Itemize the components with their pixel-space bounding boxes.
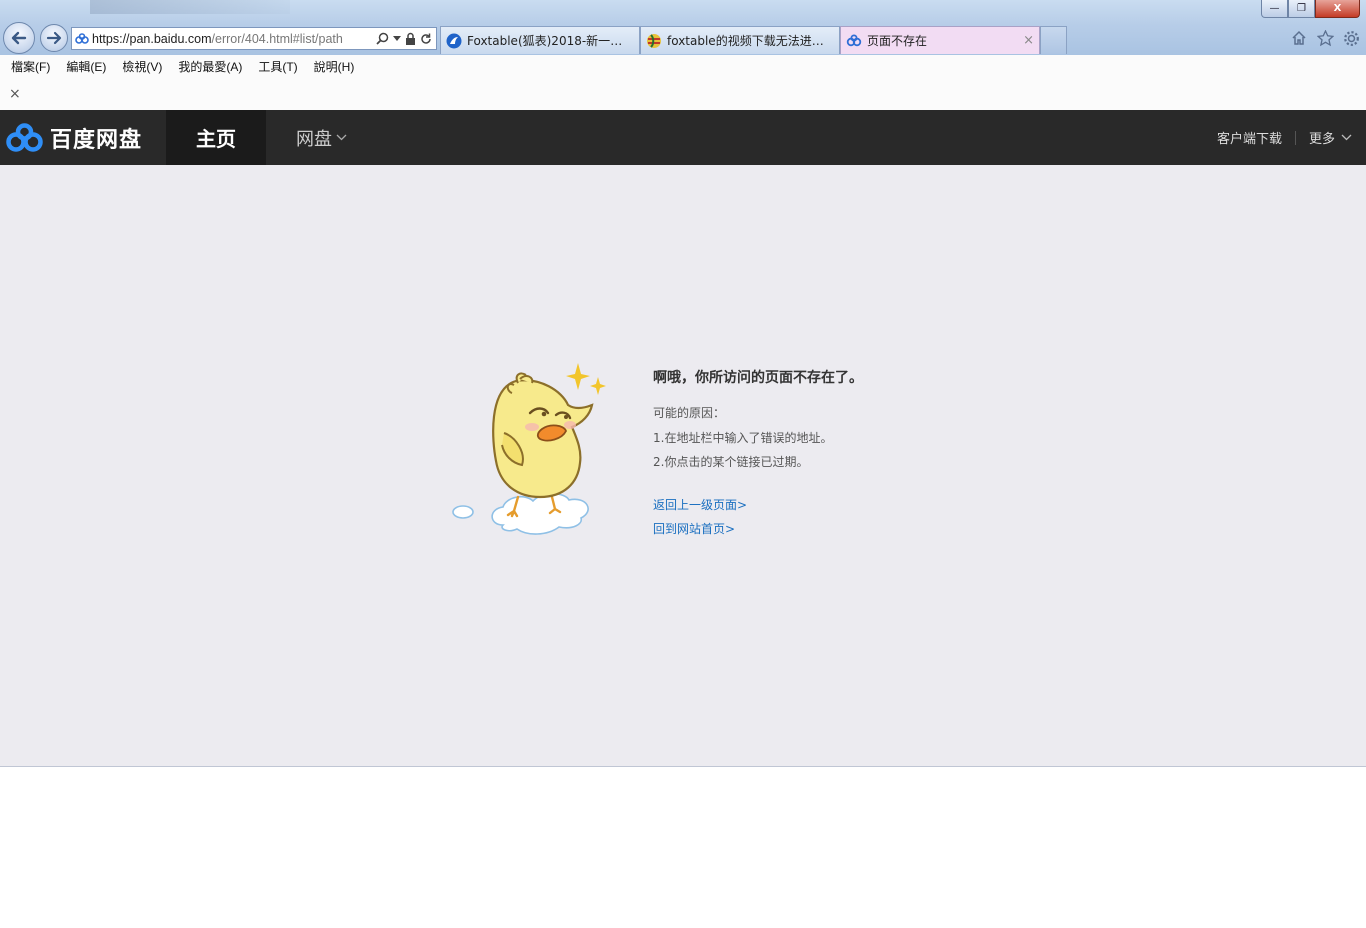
arrow-right-icon [46,31,62,45]
main-content: 啊哦，你所访问的页面不存在了。 可能的原因： 1.在地址栏中输入了错误的地址。 … [0,165,1366,767]
notification-bar: × [0,77,1366,110]
back-previous-link[interactable]: 返回上一级页面> [653,496,747,513]
reason-heading: 可能的原因： [653,406,726,420]
site-favicon [72,32,92,45]
forward-button[interactable] [40,24,68,52]
titlebar-background [90,0,290,14]
tab-label: Foxtable(狐表)2018-新一代数... [467,34,634,48]
minimize-button[interactable]: — [1261,0,1288,18]
chevron-down-icon [336,134,347,141]
back-home-link[interactable]: 回到网站首页> [653,520,735,537]
url-text[interactable]: https://pan.baidu.com/error/404.html#lis… [92,32,376,46]
nav-pan[interactable]: 网盘 [296,110,347,165]
foxtable-icon [446,33,462,48]
refresh-icon[interactable] [420,33,432,45]
more-menu[interactable]: 更多 [1309,128,1352,147]
tab-page-not-found[interactable]: 页面不存在 × [840,26,1040,54]
browser-titlebar: — ❐ X https://pan.baidu.com/error/404.ht… [0,0,1366,55]
address-bar[interactable]: https://pan.baidu.com/error/404.html#lis… [71,27,437,50]
menu-favorites[interactable]: 我的最愛(A) [170,58,250,75]
site-header: 百度网盘 主页 网盘 客户端下载 更多 [0,110,1366,165]
restore-button[interactable]: ❐ [1288,0,1315,18]
reason-item: 2.你点击的某个链接已过期。 [653,455,809,469]
tab-label: 页面不存在 [867,34,928,48]
nav-pan-label: 网盘 [296,128,332,150]
menu-help[interactable]: 說明(H) [306,58,363,75]
search-icon[interactable] [376,32,389,45]
menu-edit[interactable]: 編輯(E) [58,58,114,75]
baidu-pan-icon [846,34,862,46]
baidu-pan-icon [75,32,89,44]
menu-view[interactable]: 檢視(V) [114,58,170,75]
close-bar-icon[interactable]: × [9,86,21,102]
lock-icon[interactable] [405,32,416,45]
settings-gear-icon[interactable] [1342,29,1360,47]
arrow-left-icon [11,31,27,45]
header-right: 客户端下载 更多 [1217,110,1352,165]
reason-item: 1.在地址栏中输入了错误的地址。 [653,431,833,445]
tab-foxtable[interactable]: Foxtable(狐表)2018-新一代数... [440,26,640,54]
error-title: 啊哦，你所访问的页面不存在了。 [653,370,863,386]
dropdown-icon[interactable] [393,35,401,42]
baidu-pan-logo-icon [6,123,43,152]
new-tab-button[interactable] [1040,26,1067,54]
back-button[interactable] [3,22,35,54]
chevron-down-icon [1341,134,1352,141]
close-window-button[interactable]: X [1315,0,1360,18]
menu-file[interactable]: 檔案(F) [3,58,58,75]
error-message: 啊哦，你所访问的页面不存在了。 可能的原因： 1.在地址栏中输入了错误的地址。 … [653,367,863,536]
window-controls: — ❐ X [1261,0,1360,18]
logo-text: 百度网盘 [50,128,143,153]
divider [1294,130,1296,145]
more-label: 更多 [1308,132,1335,147]
menu-tools[interactable]: 工具(T) [250,58,305,75]
confused-chick-illustration [452,363,606,535]
home-icon[interactable] [1290,29,1308,47]
client-download-link[interactable]: 客户端下载 [1217,128,1282,147]
favorites-star-icon[interactable] [1316,29,1334,47]
address-tools [376,32,436,45]
close-tab-icon[interactable]: × [1023,33,1034,48]
menu-bar: 檔案(F) 編輯(E) 檢視(V) 我的最愛(A) 工具(T) 說明(H) [0,55,1366,77]
tab-label: foxtable的视频下载无法进入... [667,34,834,48]
tab-strip: Foxtable(狐表)2018-新一代数... foxtable的视频下载无法… [440,26,1067,54]
colorful-globe-icon [647,33,661,48]
browser-right-toolbar [1290,29,1360,47]
nav-home[interactable]: 主页 [166,110,266,165]
site-logo[interactable]: 百度网盘 [6,122,142,154]
tab-foxtable-video[interactable]: foxtable的视频下载无法进入... [640,26,840,54]
